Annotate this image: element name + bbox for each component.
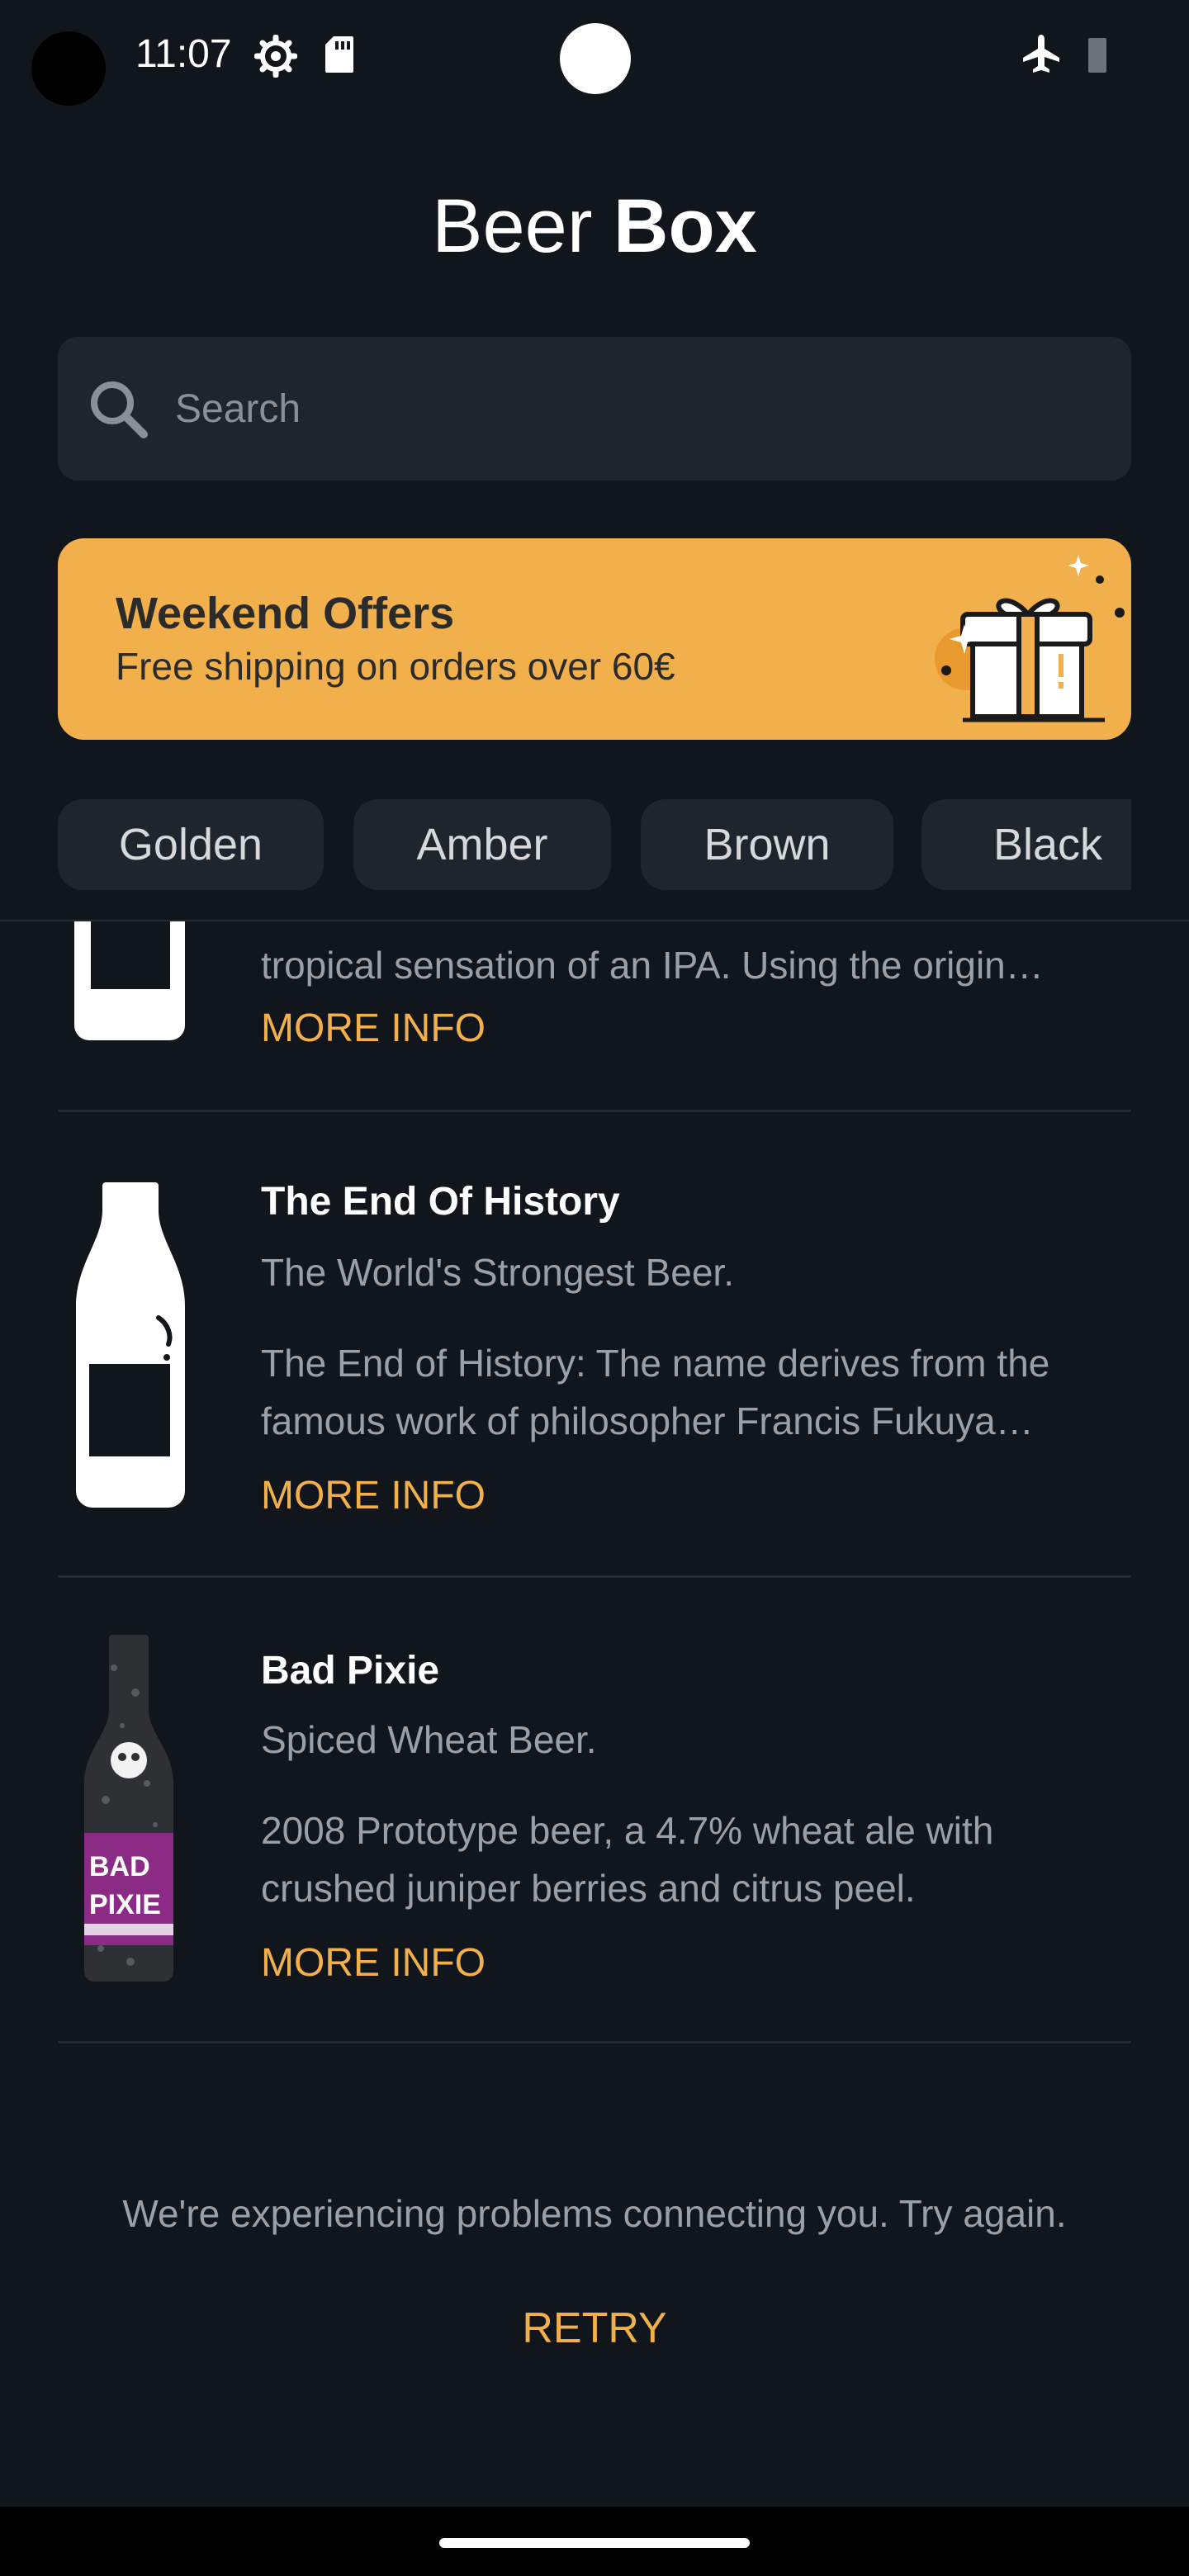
beer-name: Bad Pixie [261, 1649, 440, 1693]
gift-icon [935, 555, 1125, 722]
beer-tagline: Spiced Wheat Beer. [261, 1718, 597, 1761]
beer-name: The End Of History [261, 1180, 620, 1224]
banner-title: Weekend Offers [116, 589, 455, 638]
more-info-link[interactable]: MORE INFO [261, 1006, 486, 1051]
page-title-light: Beer [432, 184, 614, 268]
chip-black[interactable]: Black [921, 799, 1131, 890]
beer-bottle-image: BAD PIXIE [84, 1635, 173, 1982]
sd-card-icon [324, 35, 355, 78]
connection-error-message: We're experiencing problems connecting y… [122, 2192, 1067, 2235]
front-camera [31, 31, 106, 106]
category-chips: Golden Amber Brown Black [58, 799, 1131, 890]
airplane-mode-icon [1021, 33, 1062, 78]
status-bar: 11:07 [0, 0, 1189, 116]
home-gesture-handle[interactable] [439, 2538, 750, 2548]
search-input[interactable] [173, 367, 1101, 451]
camera-notch [560, 23, 631, 94]
navigation-bar [0, 2507, 1189, 2576]
weekend-offers-banner[interactable]: Weekend Offers Free shipping on orders o… [58, 538, 1131, 740]
beer-description: tropical sensation of an IPA. Using the … [261, 944, 1044, 987]
chip-golden[interactable]: Golden [58, 799, 324, 890]
battery-icon [1087, 36, 1108, 78]
beer-bottle-image [76, 1182, 185, 1508]
svg-text:PIXIE: PIXIE [89, 1889, 161, 1920]
row-divider [58, 1575, 1131, 1578]
more-info-link[interactable]: MORE INFO [261, 1940, 486, 1986]
page-title-bold: Box [613, 184, 757, 268]
search-icon [91, 381, 148, 438]
banner-subtitle: Free shipping on orders over 60€ [116, 645, 675, 688]
retry-button[interactable]: RETRY [495, 2304, 694, 2361]
row-divider [58, 2041, 1131, 2043]
beer-tagline: The World's Strongest Beer. [261, 1251, 734, 1294]
svg-text:BAD: BAD [89, 1851, 150, 1882]
beer-description: 2008 Prototype beer, a 4.7% wheat ale wi… [261, 1809, 994, 1910]
settings-icon [253, 34, 298, 82]
chip-brown[interactable]: Brown [641, 799, 893, 890]
row-divider [58, 1110, 1131, 1112]
chip-amber[interactable]: Amber [353, 799, 611, 890]
beer-description: The End of History: The name derives fro… [261, 1342, 1050, 1442]
search-bar[interactable] [58, 337, 1131, 481]
beer-list: tropical sensation of an IPA. Using the … [0, 921, 1189, 2064]
more-info-link[interactable]: MORE INFO [261, 1473, 486, 1518]
status-time: 11:07 [135, 32, 232, 76]
beer-bottle-image [74, 921, 185, 1040]
page-title: Beer Box [0, 183, 1189, 270]
